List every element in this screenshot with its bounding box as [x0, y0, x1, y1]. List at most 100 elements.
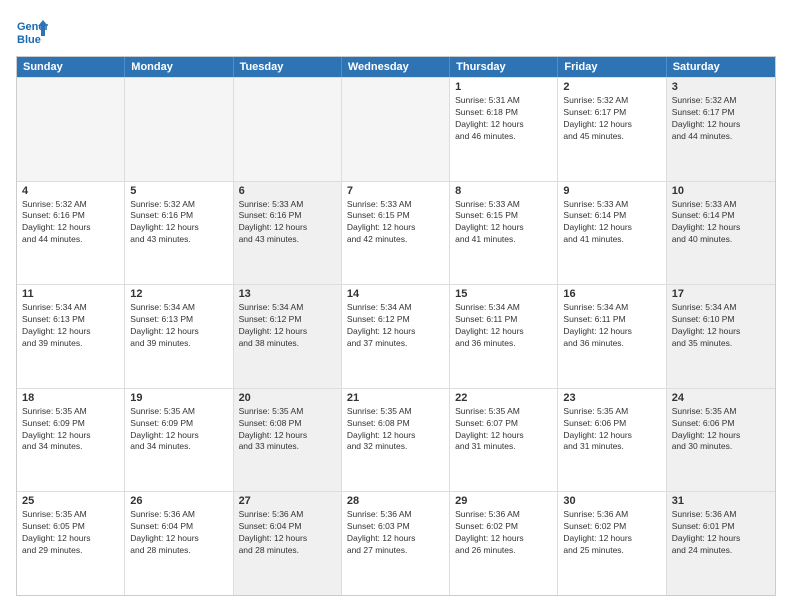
day-number: 25 — [22, 495, 119, 507]
calendar-cell: 11 Sunrise: 5:34 AM Sunset: 6:13 PM Dayli… — [17, 285, 125, 388]
day-number: 2 — [563, 81, 660, 93]
day-number: 17 — [672, 288, 770, 300]
calendar-cell: 4 Sunrise: 5:32 AM Sunset: 6:16 PM Daylig… — [17, 182, 125, 285]
day-info: Sunrise: 5:35 AM Sunset: 6:06 PM Dayligh… — [672, 406, 770, 454]
day-info: Sunrise: 5:34 AM Sunset: 6:10 PM Dayligh… — [672, 302, 770, 350]
calendar-header-cell: Saturday — [667, 57, 775, 77]
calendar-cell: 22 Sunrise: 5:35 AM Sunset: 6:07 PM Dayli… — [450, 389, 558, 492]
calendar-row: 11 Sunrise: 5:34 AM Sunset: 6:13 PM Dayli… — [17, 284, 775, 388]
calendar-cell: 8 Sunrise: 5:33 AM Sunset: 6:15 PM Daylig… — [450, 182, 558, 285]
calendar-cell: 19Sunrise: 5:35 AM Sunset: 6:09 PM Dayli… — [125, 389, 233, 492]
calendar-row: 25 Sunrise: 5:35 AM Sunset: 6:05 PM Dayli… — [17, 491, 775, 595]
day-number: 13 — [239, 288, 336, 300]
day-number: 21 — [347, 392, 444, 404]
calendar-cell: 9Sunrise: 5:33 AM Sunset: 6:14 PM Daylig… — [558, 182, 666, 285]
svg-text:Blue: Blue — [17, 34, 41, 46]
day-number: 1 — [455, 81, 552, 93]
day-info: Sunrise: 5:35 AM Sunset: 6:08 PM Dayligh… — [239, 406, 336, 454]
day-number: 23 — [563, 392, 660, 404]
day-info: Sunrise: 5:32 AM Sunset: 6:16 PM Dayligh… — [22, 199, 119, 247]
calendar-header-cell: Friday — [558, 57, 666, 77]
day-info: Sunrise: 5:35 AM Sunset: 6:09 PM Dayligh… — [22, 406, 119, 454]
page: General Blue SundayMondayTuesdayWednesda… — [0, 0, 792, 612]
day-info: Sunrise: 5:32 AM Sunset: 6:17 PM Dayligh… — [672, 95, 770, 143]
calendar-header-cell: Tuesday — [234, 57, 342, 77]
logo-icon: General Blue — [16, 16, 48, 48]
calendar-cell: 18 Sunrise: 5:35 AM Sunset: 6:09 PM Dayli… — [17, 389, 125, 492]
day-number: 5 — [130, 185, 227, 197]
calendar-cell — [125, 78, 233, 181]
calendar-cell: 29Sunrise: 5:36 AM Sunset: 6:02 PM Dayli… — [450, 492, 558, 595]
calendar-cell: 13 Sunrise: 5:34 AM Sunset: 6:12 PM Dayli… — [234, 285, 342, 388]
calendar-cell: 20 Sunrise: 5:35 AM Sunset: 6:08 PM Dayli… — [234, 389, 342, 492]
day-number: 10 — [672, 185, 770, 197]
day-number: 27 — [239, 495, 336, 507]
calendar-body: 1 Sunrise: 5:31 AM Sunset: 6:18 PM Daylig… — [17, 77, 775, 595]
calendar-cell: 31 Sunrise: 5:36 AM Sunset: 6:01 PM Dayli… — [667, 492, 775, 595]
day-info: Sunrise: 5:35 AM Sunset: 6:06 PM Dayligh… — [563, 406, 660, 454]
day-number: 18 — [22, 392, 119, 404]
day-info: Sunrise: 5:34 AM Sunset: 6:11 PM Dayligh… — [455, 302, 552, 350]
day-number: 11 — [22, 288, 119, 300]
header: General Blue — [16, 16, 776, 48]
day-number: 14 — [347, 288, 444, 300]
logo: General Blue — [16, 16, 48, 48]
day-number: 19 — [130, 392, 227, 404]
calendar-cell — [234, 78, 342, 181]
day-info: Sunrise: 5:35 AM Sunset: 6:07 PM Dayligh… — [455, 406, 552, 454]
day-number: 12 — [130, 288, 227, 300]
day-info: Sunrise: 5:31 AM Sunset: 6:18 PM Dayligh… — [455, 95, 552, 143]
calendar-row: 18 Sunrise: 5:35 AM Sunset: 6:09 PM Dayli… — [17, 388, 775, 492]
calendar-cell: 24 Sunrise: 5:35 AM Sunset: 6:06 PM Dayli… — [667, 389, 775, 492]
day-info: Sunrise: 5:36 AM Sunset: 6:04 PM Dayligh… — [130, 509, 227, 557]
day-number: 8 — [455, 185, 552, 197]
calendar-cell: 21 Sunrise: 5:35 AM Sunset: 6:08 PM Dayli… — [342, 389, 450, 492]
day-number: 15 — [455, 288, 552, 300]
calendar-cell: 6Sunrise: 5:33 AM Sunset: 6:16 PM Daylig… — [234, 182, 342, 285]
day-number: 9 — [563, 185, 660, 197]
calendar-cell: 15 Sunrise: 5:34 AM Sunset: 6:11 PM Dayli… — [450, 285, 558, 388]
day-info: Sunrise: 5:36 AM Sunset: 6:04 PM Dayligh… — [239, 509, 336, 557]
day-info: Sunrise: 5:35 AM Sunset: 6:05 PM Dayligh… — [22, 509, 119, 557]
day-info: Sunrise: 5:34 AM Sunset: 6:11 PM Dayligh… — [563, 302, 660, 350]
calendar-cell: 26 Sunrise: 5:36 AM Sunset: 6:04 PM Dayli… — [125, 492, 233, 595]
day-info: Sunrise: 5:36 AM Sunset: 6:02 PM Dayligh… — [563, 509, 660, 557]
calendar-header-cell: Wednesday — [342, 57, 450, 77]
day-info: Sunrise: 5:35 AM Sunset: 6:08 PM Dayligh… — [347, 406, 444, 454]
calendar-cell — [17, 78, 125, 181]
calendar-cell: 5 Sunrise: 5:32 AM Sunset: 6:16 PM Daylig… — [125, 182, 233, 285]
day-number: 20 — [239, 392, 336, 404]
day-number: 26 — [130, 495, 227, 507]
day-number: 28 — [347, 495, 444, 507]
calendar-cell: 16Sunrise: 5:34 AM Sunset: 6:11 PM Dayli… — [558, 285, 666, 388]
calendar-cell: 1 Sunrise: 5:31 AM Sunset: 6:18 PM Daylig… — [450, 78, 558, 181]
day-number: 30 — [563, 495, 660, 507]
day-info: Sunrise: 5:36 AM Sunset: 6:01 PM Dayligh… — [672, 509, 770, 557]
calendar-cell: 10Sunrise: 5:33 AM Sunset: 6:14 PM Dayli… — [667, 182, 775, 285]
day-info: Sunrise: 5:34 AM Sunset: 6:13 PM Dayligh… — [130, 302, 227, 350]
calendar-cell — [342, 78, 450, 181]
day-info: Sunrise: 5:34 AM Sunset: 6:12 PM Dayligh… — [239, 302, 336, 350]
calendar-cell: 25 Sunrise: 5:35 AM Sunset: 6:05 PM Dayli… — [17, 492, 125, 595]
day-number: 31 — [672, 495, 770, 507]
day-info: Sunrise: 5:33 AM Sunset: 6:16 PM Dayligh… — [239, 199, 336, 247]
calendar-header-cell: Monday — [125, 57, 233, 77]
day-info: Sunrise: 5:33 AM Sunset: 6:15 PM Dayligh… — [455, 199, 552, 247]
day-info: Sunrise: 5:34 AM Sunset: 6:12 PM Dayligh… — [347, 302, 444, 350]
day-info: Sunrise: 5:34 AM Sunset: 6:13 PM Dayligh… — [22, 302, 119, 350]
day-number: 22 — [455, 392, 552, 404]
calendar-cell: 7Sunrise: 5:33 AM Sunset: 6:15 PM Daylig… — [342, 182, 450, 285]
calendar-cell: 23 Sunrise: 5:35 AM Sunset: 6:06 PM Dayli… — [558, 389, 666, 492]
day-info: Sunrise: 5:36 AM Sunset: 6:02 PM Dayligh… — [455, 509, 552, 557]
calendar-header-cell: Sunday — [17, 57, 125, 77]
calendar-header-cell: Thursday — [450, 57, 558, 77]
calendar-row: 1 Sunrise: 5:31 AM Sunset: 6:18 PM Daylig… — [17, 77, 775, 181]
day-number: 4 — [22, 185, 119, 197]
calendar-row: 4 Sunrise: 5:32 AM Sunset: 6:16 PM Daylig… — [17, 181, 775, 285]
day-number: 24 — [672, 392, 770, 404]
day-info: Sunrise: 5:36 AM Sunset: 6:03 PM Dayligh… — [347, 509, 444, 557]
day-info: Sunrise: 5:32 AM Sunset: 6:16 PM Dayligh… — [130, 199, 227, 247]
day-number: 7 — [347, 185, 444, 197]
calendar-cell: 27 Sunrise: 5:36 AM Sunset: 6:04 PM Dayli… — [234, 492, 342, 595]
calendar-cell: 12 Sunrise: 5:34 AM Sunset: 6:13 PM Dayli… — [125, 285, 233, 388]
